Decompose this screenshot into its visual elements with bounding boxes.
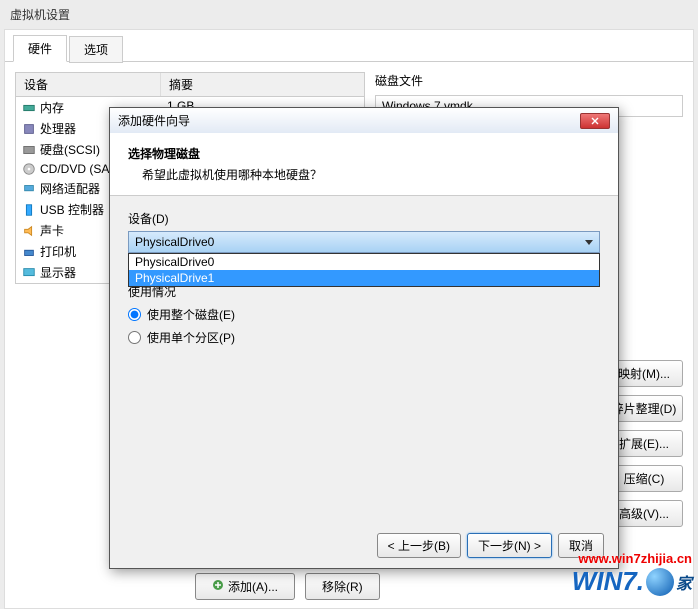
radio-partition[interactable]: 使用单个分区(P) <box>128 329 600 346</box>
device-label: 内存 <box>40 99 64 116</box>
tab-hardware[interactable]: 硬件 <box>13 35 67 62</box>
radio-whole-input[interactable] <box>128 308 141 321</box>
cd-icon <box>22 162 36 176</box>
device-label: 处理器 <box>40 120 76 137</box>
dialog-header-title: 选择物理磁盘 <box>128 145 600 162</box>
window-title: 虚拟机设置 <box>0 0 698 29</box>
usb-icon <box>22 203 36 217</box>
device-label: USB 控制器 <box>40 201 104 218</box>
combobox-display[interactable]: PhysicalDrive0 <box>128 231 600 253</box>
device-label: 硬盘(SCSI) <box>40 141 100 158</box>
device-combobox[interactable]: PhysicalDrive0 PhysicalDrive0 PhysicalDr… <box>128 231 600 253</box>
combo-option-0[interactable]: PhysicalDrive0 <box>129 254 599 270</box>
cancel-button[interactable]: 取消 <box>558 533 604 558</box>
radio-whole-label: 使用整个磁盘(E) <box>147 306 235 323</box>
dialog-footer: < 上一步(B) 下一步(N) > 取消 <box>377 533 604 558</box>
header-device: 设备 <box>16 73 161 96</box>
disk-icon <box>22 143 36 157</box>
header-summary: 摘要 <box>161 73 364 96</box>
dialog-header-subtitle: 希望此虚拟机使用哪种本地硬盘？ <box>142 166 600 183</box>
disk-file-label: 磁盘文件 <box>375 72 683 89</box>
back-button[interactable]: < 上一步(B) <box>377 533 461 558</box>
radio-partition-label: 使用单个分区(P) <box>147 329 235 346</box>
add-hardware-dialog: 添加硬件向导 选择物理磁盘 希望此虚拟机使用哪种本地硬盘？ 设备(D) Phys… <box>109 107 619 569</box>
plus-icon <box>212 579 224 594</box>
close-button[interactable] <box>580 113 610 129</box>
bottom-buttons: 添加(A)... 移除(R) <box>195 573 380 600</box>
display-icon <box>22 266 36 280</box>
device-list-header: 设备 摘要 <box>16 73 364 97</box>
combobox-value: PhysicalDrive0 <box>135 235 214 249</box>
next-button[interactable]: 下一步(N) > <box>467 533 552 558</box>
device-label: 声卡 <box>40 222 64 239</box>
memory-icon <box>22 101 36 115</box>
add-button[interactable]: 添加(A)... <box>195 573 295 600</box>
dialog-body: 设备(D) PhysicalDrive0 PhysicalDrive0 Phys… <box>110 196 618 366</box>
device-label: CD/DVD (SA <box>40 162 109 176</box>
device-label: 网络适配器 <box>40 180 100 197</box>
printer-icon <box>22 245 36 259</box>
combo-option-1[interactable]: PhysicalDrive1 <box>129 270 599 286</box>
sound-icon <box>22 224 36 238</box>
radio-partition-input[interactable] <box>128 331 141 344</box>
close-icon <box>591 117 599 125</box>
tabs: 硬件 选项 <box>5 30 693 62</box>
combobox-dropdown: PhysicalDrive0 PhysicalDrive1 <box>128 253 600 287</box>
device-label: 显示器 <box>40 264 76 281</box>
device-label: 打印机 <box>40 243 76 260</box>
chevron-down-icon <box>585 240 593 245</box>
add-label: 添加(A)... <box>228 578 278 595</box>
device-select-label: 设备(D) <box>128 210 600 227</box>
dialog-titlebar: 添加硬件向导 <box>110 108 618 133</box>
dialog-title: 添加硬件向导 <box>118 112 190 129</box>
remove-button[interactable]: 移除(R) <box>305 573 380 600</box>
network-icon <box>22 182 36 196</box>
dialog-header: 选择物理磁盘 希望此虚拟机使用哪种本地硬盘？ <box>110 133 618 196</box>
tab-options[interactable]: 选项 <box>69 36 123 63</box>
radio-whole-disk[interactable]: 使用整个磁盘(E) <box>128 306 600 323</box>
cpu-icon <box>22 122 36 136</box>
